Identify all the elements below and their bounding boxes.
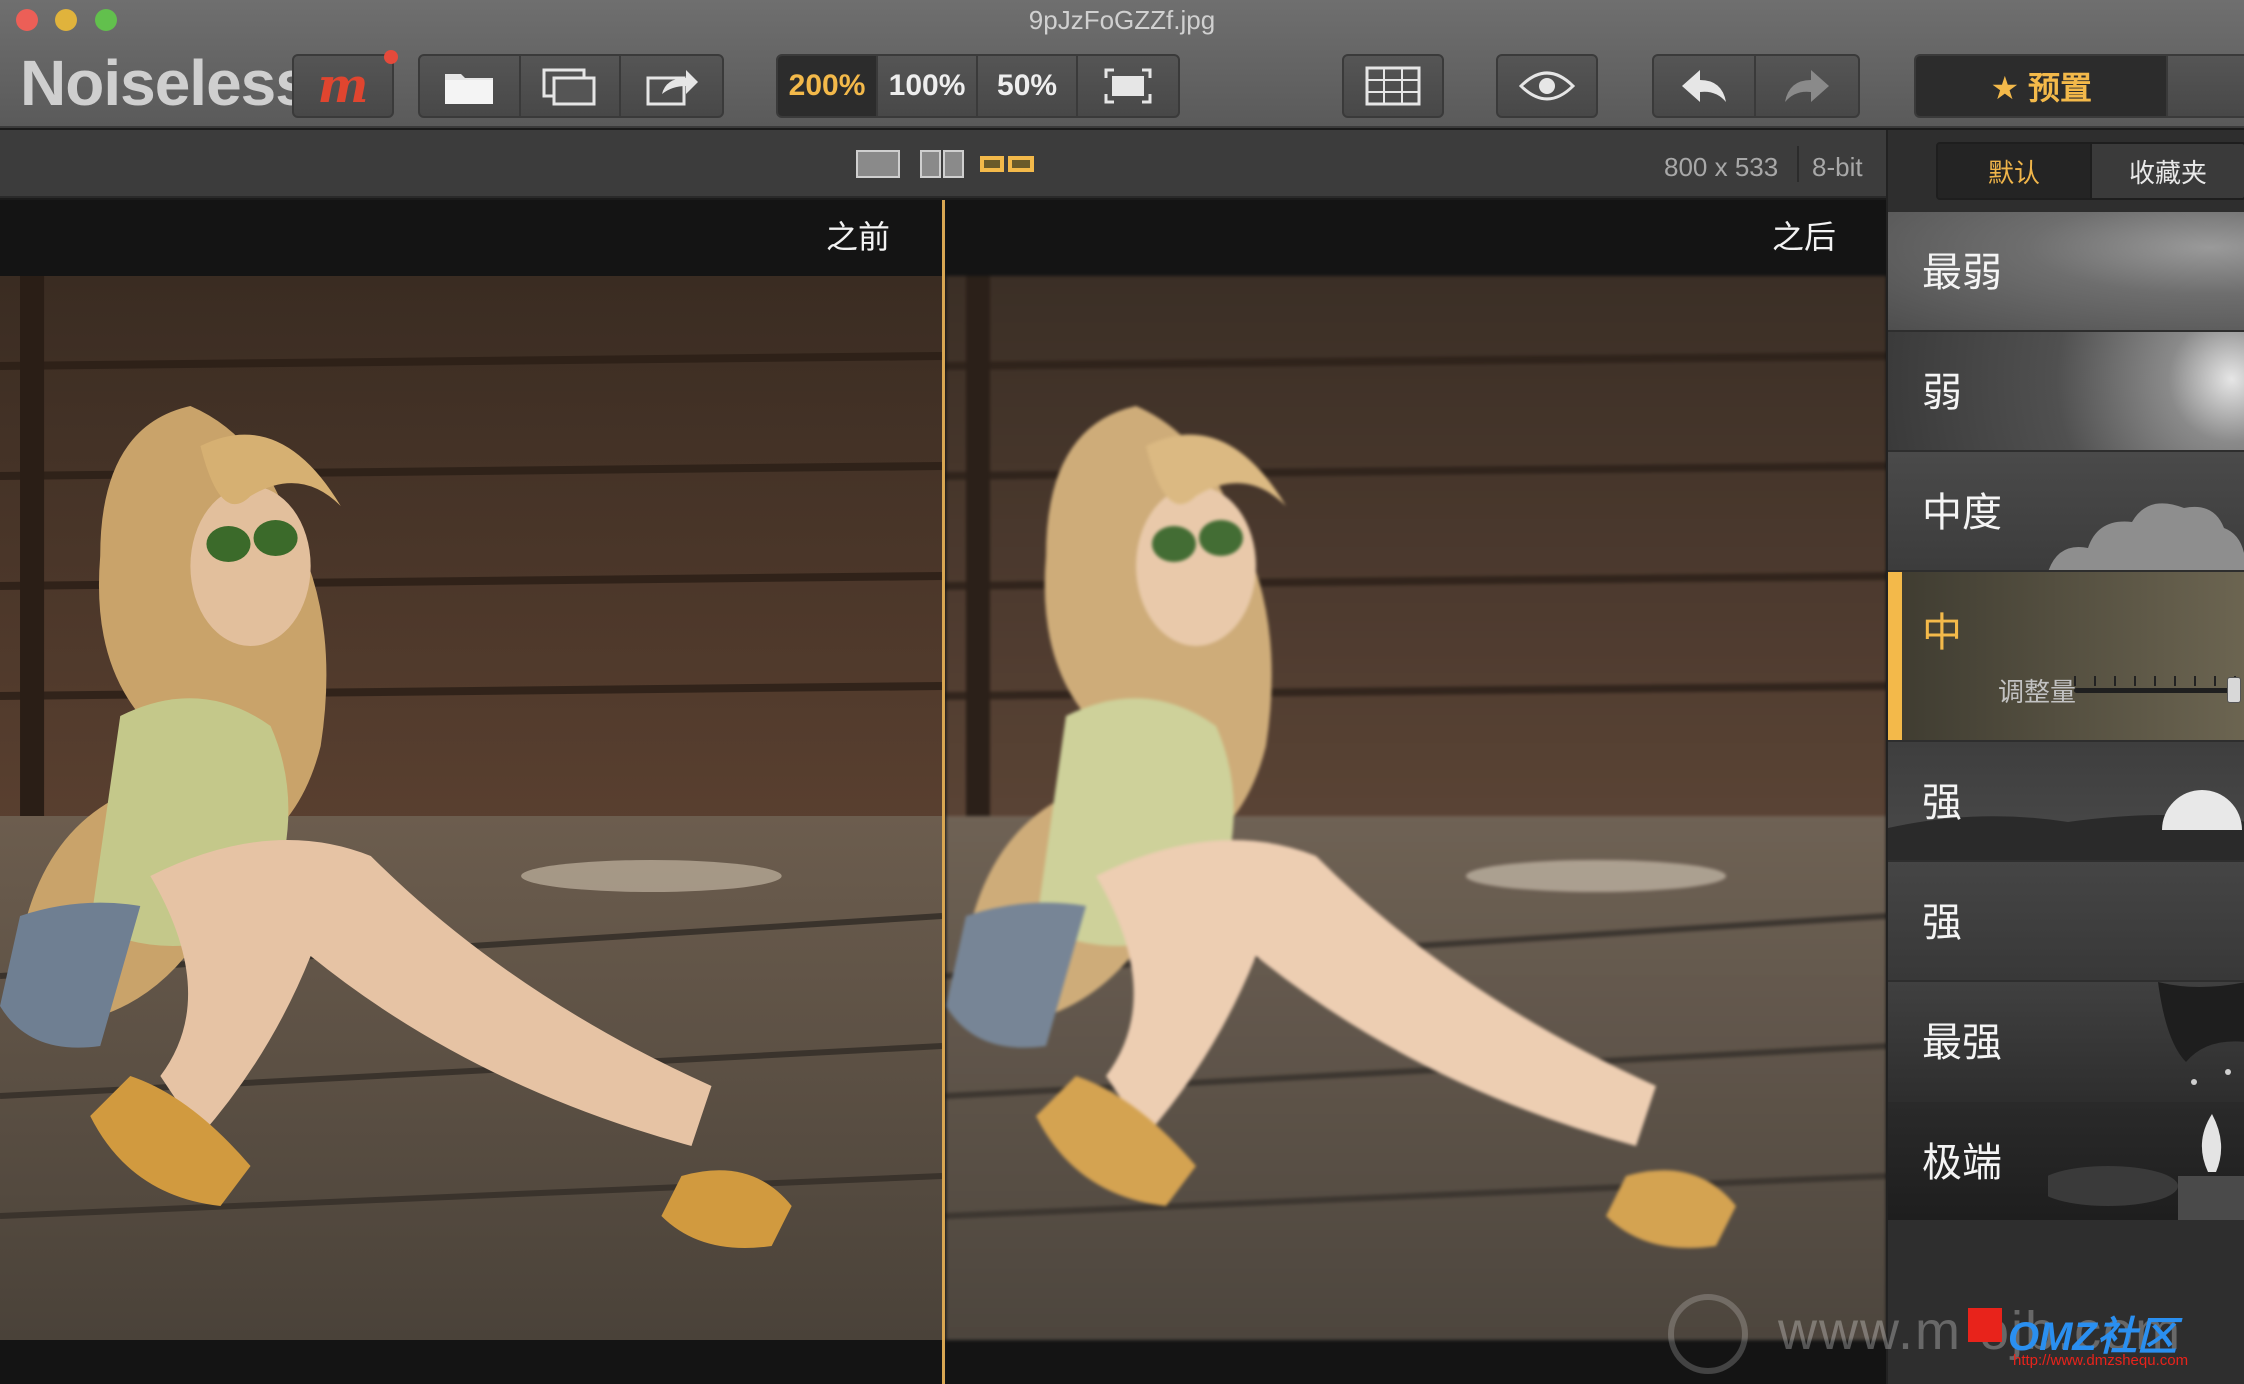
- image-bit-depth: 8-bit: [1812, 152, 1863, 182]
- stack-icon: [542, 68, 596, 106]
- preset-medium[interactable]: 中 调整量: [1888, 572, 2244, 740]
- grid-button-group: [1342, 54, 1444, 118]
- undo-icon: [1682, 70, 1726, 102]
- zoom-50-button[interactable]: 50%: [978, 56, 1079, 116]
- watermark-url: http://www.dmzshequ.com: [2013, 1352, 2189, 1369]
- after-image: [946, 276, 1886, 1340]
- presets-button[interactable]: ★ 预置: [1916, 56, 2169, 116]
- slider-tick: [2214, 676, 2216, 686]
- after-label: 之后: [1772, 219, 1837, 255]
- toolbar: 9pJzFoGZZf.jpg Noiseless m 200% 100% 50%: [0, 0, 2244, 128]
- slider-tick: [2074, 676, 2076, 686]
- presets-panel: 默认 收藏夹 最弱 弱 中度 中 调整量 强 强 最强 极端: [1886, 130, 2244, 1384]
- batch-button[interactable]: [521, 56, 622, 116]
- app-window: 9pJzFoGZZf.jpg Noiseless m 200% 100% 50%: [0, 0, 2244, 1384]
- split-view-icon[interactable]: [920, 150, 964, 178]
- app-logo: Noiseless: [20, 47, 311, 119]
- share-button[interactable]: [621, 56, 722, 116]
- tree-decoration: [2158, 982, 2244, 1085]
- share-icon: [646, 70, 698, 106]
- before-image: [0, 276, 942, 1340]
- preset-weak[interactable]: 弱: [1888, 332, 2244, 450]
- folder-icon: [445, 74, 494, 104]
- amount-slider-track[interactable]: [2074, 688, 2234, 693]
- preset-label: 中度: [1922, 491, 2002, 535]
- amount-slider-label: 调整量: [1998, 677, 2077, 707]
- side-by-side-view-icon[interactable]: [978, 150, 1038, 178]
- presets-button-group: ★ 预置: [1914, 54, 2244, 118]
- macphun-button[interactable]: m: [294, 56, 392, 116]
- preset-label: 最弱: [1922, 251, 2002, 295]
- grid-overlay-button[interactable]: [1344, 56, 1442, 116]
- single-view-icon[interactable]: [856, 150, 900, 178]
- candle-decoration: [2048, 1114, 2244, 1220]
- selected-indicator: [1888, 572, 1902, 740]
- slider-tick: [2114, 676, 2116, 686]
- preset-label: 极端: [1922, 1141, 2002, 1185]
- history-button-group: [1652, 54, 1860, 118]
- watermark: www.m ojb.com OMZ社区 http://www.dmzshequ.…: [1668, 1290, 2244, 1384]
- slider-tick: [2134, 676, 2136, 686]
- compare-view: 之前 之后: [0, 200, 1886, 1384]
- preset-strong-2[interactable]: 强: [1888, 862, 2244, 980]
- slider-tick: [2174, 676, 2176, 686]
- undo-button[interactable]: [1654, 56, 1757, 116]
- compare-divider-handle[interactable]: [942, 200, 945, 1384]
- slider-tick: [2094, 676, 2096, 686]
- fit-to-screen-button[interactable]: [1078, 56, 1178, 116]
- preset-moderate[interactable]: 中度: [1888, 452, 2244, 570]
- preset-tabs: 默认 收藏夹: [1936, 142, 2244, 200]
- image-dimensions: 800 x 533: [1664, 152, 1779, 182]
- redo-icon: [1785, 70, 1829, 102]
- open-button[interactable]: [420, 56, 521, 116]
- zoom-button-group: 200% 100% 50%: [776, 54, 1180, 118]
- preset-list: 最弱 弱 中度 中 调整量 强 强 最强 极端: [1888, 212, 2244, 1222]
- separator: [1797, 146, 1799, 182]
- preset-label: 弱: [1922, 371, 1962, 415]
- eye-icon: [1519, 71, 1575, 101]
- fit-screen-icon: [1104, 68, 1152, 104]
- window-title: 9pJzFoGZZf.jpg: [1028, 5, 1216, 35]
- before-label: 之前: [826, 219, 891, 255]
- preset-label: 强: [1922, 901, 1962, 945]
- preset-label: 中: [1922, 611, 1962, 655]
- preset-label: 强: [1922, 781, 1962, 825]
- amount-slider-handle[interactable]: [2227, 677, 2241, 703]
- macphun-button-group: m: [292, 54, 394, 118]
- watermark-logo: [1668, 1294, 1748, 1374]
- preset-strong[interactable]: 强: [1888, 742, 2244, 860]
- preview-button-group: [1496, 54, 1598, 118]
- watermark-badge: [1968, 1308, 2002, 1342]
- preset-weakest[interactable]: 最弱: [1888, 212, 2244, 330]
- notification-dot: [384, 50, 398, 64]
- cloud-decoration: [2048, 503, 2244, 570]
- tab-favorites[interactable]: 收藏夹: [2090, 144, 2244, 198]
- slider-tick: [2154, 676, 2156, 686]
- zoom-100-button[interactable]: 100%: [878, 56, 979, 116]
- panel-button[interactable]: [2168, 56, 2244, 116]
- slider-tick: [2194, 676, 2196, 686]
- tab-default[interactable]: 默认: [1938, 144, 2090, 198]
- preview-toggle-button[interactable]: [1498, 56, 1596, 116]
- file-button-group: [418, 54, 724, 118]
- preset-label: 最强: [1922, 1021, 2002, 1065]
- preset-extreme[interactable]: 极端: [1888, 1102, 2244, 1220]
- redo-button[interactable]: [1756, 56, 1858, 116]
- preset-strongest[interactable]: 最强: [1888, 982, 2244, 1100]
- grid-icon: [1365, 66, 1421, 106]
- zoom-200-button[interactable]: 200%: [778, 56, 879, 116]
- view-mode-bar: 800 x 533 8-bit: [0, 130, 1886, 198]
